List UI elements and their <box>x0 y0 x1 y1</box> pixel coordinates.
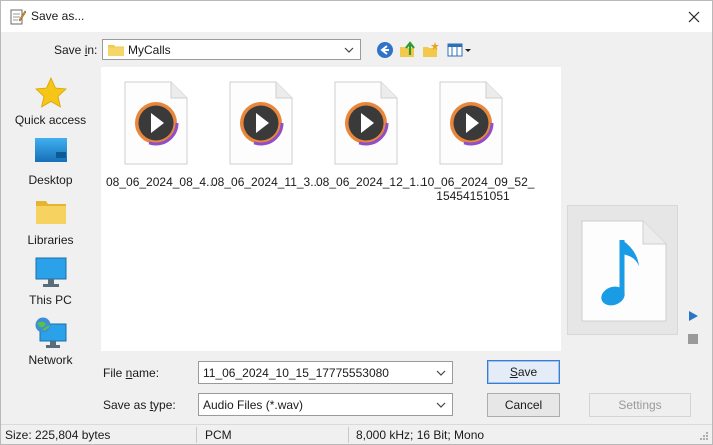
network-icon <box>34 316 68 350</box>
settings-button[interactable]: Settings <box>589 393 691 417</box>
preview-pane <box>567 205 678 335</box>
play-icon[interactable] <box>687 310 699 322</box>
save-as-type-value: Audio Files (*.wav) <box>203 397 304 412</box>
resize-grip-icon[interactable] <box>699 430 709 440</box>
file-name-input[interactable]: 11_06_2024_10_15_17775553080 <box>203 366 389 380</box>
close-button[interactable] <box>676 1 712 32</box>
media-play-icon <box>334 81 398 165</box>
status-bar: Size: 225,804 bytes PCM 8,000 kHz; 16 Bi… <box>1 424 712 444</box>
place-label: Libraries <box>27 233 74 247</box>
title-bar: Save as... <box>1 1 712 32</box>
new-folder-icon[interactable] <box>422 41 440 59</box>
cancel-button[interactable]: Cancel <box>487 393 560 417</box>
save-in-label: Save in: <box>54 43 98 57</box>
save-as-type-combo[interactable]: Audio Files (*.wav) <box>198 393 453 416</box>
preview-controls <box>683 306 705 350</box>
back-icon[interactable] <box>376 41 394 59</box>
place-libraries[interactable]: Libraries <box>6 196 95 252</box>
close-icon <box>688 11 700 22</box>
save-as-type-label: Save as type: <box>103 398 176 412</box>
place-this-pc[interactable]: This PC <box>6 256 95 312</box>
music-note-icon <box>581 220 667 322</box>
this-pc-icon <box>34 256 68 290</box>
file-name-label: File name: <box>103 366 160 380</box>
status-size: Size: 225,804 bytes <box>5 428 111 442</box>
media-play-icon <box>229 81 293 165</box>
libraries-icon <box>34 196 68 230</box>
folder-icon <box>108 43 124 56</box>
place-quick-access[interactable]: Quick access <box>6 76 95 132</box>
save-in-value: MyCalls <box>128 43 171 57</box>
notepad-pencil-icon <box>10 8 27 25</box>
stop-icon[interactable] <box>687 333 699 345</box>
window-title: Save as... <box>31 9 85 23</box>
chevron-down-icon <box>344 47 354 53</box>
media-play-icon <box>124 81 188 165</box>
place-label: Desktop <box>28 173 73 187</box>
up-folder-icon[interactable] <box>399 41 417 59</box>
status-details: 8,000 kHz; 16 Bit; Mono <box>356 428 485 442</box>
file-list[interactable]: 08_06_2024_08_4... 08_06_2024_11_3... 08… <box>101 67 561 351</box>
status-divider <box>348 427 349 443</box>
save-in-combo[interactable]: MyCalls <box>102 39 361 60</box>
save-button[interactable]: Save <box>487 360 560 384</box>
place-desktop[interactable]: Desktop <box>6 136 95 192</box>
desktop-icon <box>34 136 68 170</box>
chevron-down-icon <box>436 402 446 408</box>
view-menu-icon[interactable] <box>447 41 473 59</box>
file-name: 08_06_2024_11_3... <box>211 175 321 189</box>
save-as-dialog: Save as... Save in: MyCalls Quick access… <box>0 0 713 445</box>
place-network[interactable]: Network <box>6 316 95 372</box>
status-divider <box>196 427 197 443</box>
file-name: 08_06_2024_12_1... <box>316 175 427 189</box>
places-bar: Quick access Desktop Libraries This PC N… <box>6 66 95 371</box>
place-label: This PC <box>29 293 72 307</box>
chevron-down-icon <box>436 370 446 376</box>
star-icon <box>34 76 68 110</box>
file-name: 10_06_2024_09_52_ 15454151051 <box>421 175 535 203</box>
place-label: Quick access <box>14 113 87 127</box>
place-label: Network <box>28 353 73 367</box>
status-format: PCM <box>205 428 232 442</box>
file-name-combo[interactable]: 11_06_2024_10_15_17775553080 <box>198 361 453 384</box>
file-name: 08_06_2024_08_4... <box>106 175 217 189</box>
media-play-icon <box>439 81 503 165</box>
